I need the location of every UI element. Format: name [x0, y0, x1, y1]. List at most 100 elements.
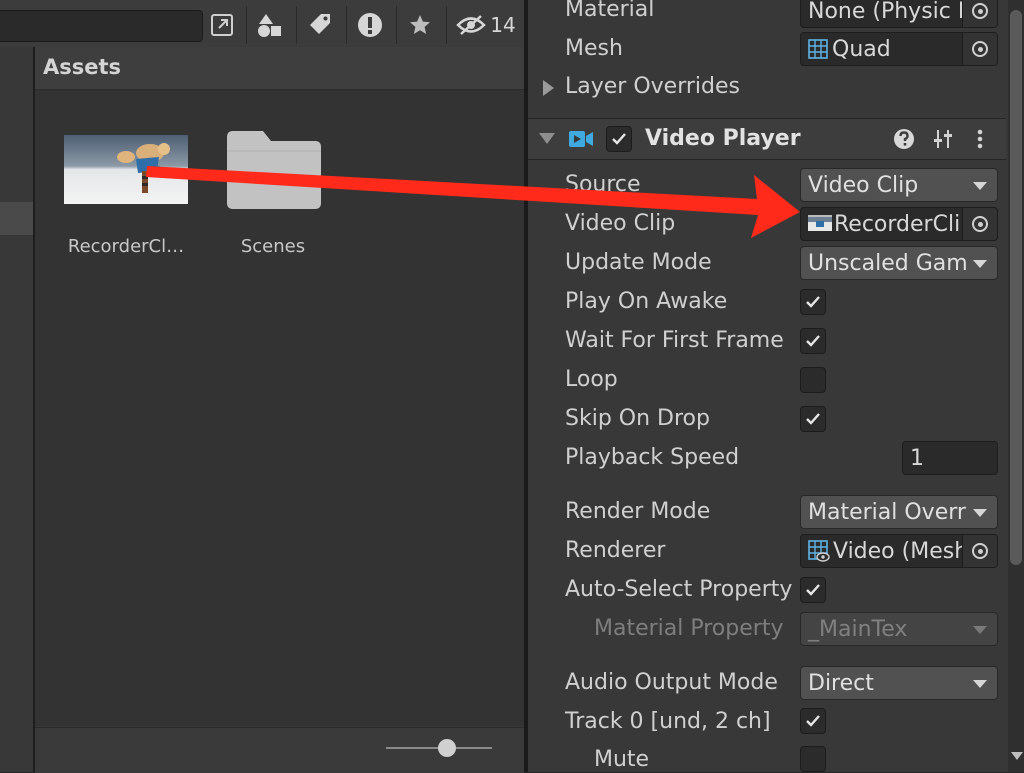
- checkmark-icon: [612, 133, 626, 145]
- hidden-packages-toggle[interactable]: 14: [446, 6, 525, 44]
- project-toolbar: 14: [0, 0, 524, 48]
- mute-checkbox[interactable]: [800, 746, 826, 772]
- loop-label: Loop: [565, 367, 618, 392]
- project-footer: [35, 727, 524, 773]
- collapse-arrow-icon[interactable]: [539, 133, 555, 144]
- recorder-clip-thumbnail[interactable]: [64, 135, 188, 204]
- warning-icon: [358, 13, 382, 37]
- render-mode-value: Material Override: [808, 499, 968, 525]
- asset-label-recorder-clip[interactable]: RecorderCl…: [56, 236, 196, 257]
- scenes-folder[interactable]: [227, 131, 321, 213]
- dropdown-caret-icon: [973, 680, 987, 688]
- asset-label-scenes[interactable]: Scenes: [203, 236, 343, 257]
- playback-speed-label: Playback Speed: [565, 445, 740, 470]
- object-picker-icon: [972, 216, 988, 232]
- component-title: Video Player: [645, 126, 801, 151]
- favorites-button[interactable]: [396, 6, 443, 44]
- shapes-icon: [258, 14, 281, 37]
- renderer-picker-button[interactable]: [962, 535, 997, 567]
- eye-slash-icon: [456, 15, 487, 35]
- video-clip-label: Video Clip: [565, 211, 676, 236]
- search-input[interactable]: [0, 10, 203, 42]
- mesh-picker-button[interactable]: [962, 33, 997, 65]
- object-picker-icon: [972, 543, 988, 559]
- update-mode-value: Unscaled Game: [808, 250, 968, 276]
- video-clip-thumbnail-image: [64, 135, 188, 204]
- checkmark-icon: [806, 413, 820, 425]
- star-icon: [410, 15, 430, 34]
- audio-output-dropdown[interactable]: Direct: [800, 666, 998, 700]
- mesh-field[interactable]: Quad: [800, 32, 998, 66]
- hidden-count: 14: [490, 13, 516, 37]
- mesh-label: Mesh: [565, 36, 623, 61]
- material-property-dropdown: _MainTex: [800, 612, 998, 646]
- renderer-value: Video (Mesh: [833, 538, 969, 564]
- zoom-slider-thumb[interactable]: [438, 739, 456, 757]
- assets-title[interactable]: Assets: [43, 55, 121, 79]
- material-property-value: _MainTex: [808, 616, 908, 642]
- dropdown-caret-icon: [973, 626, 987, 634]
- dropdown-caret-icon: [973, 509, 987, 517]
- audio-output-value: Direct: [808, 670, 874, 696]
- video-clip-icon: [808, 215, 832, 231]
- wait-first-frame-checkbox[interactable]: [800, 328, 826, 354]
- help-icon[interactable]: [893, 128, 915, 150]
- checkmark-icon: [806, 584, 820, 596]
- source-label: Source: [565, 172, 641, 197]
- material-value: None (Physic M: [808, 0, 977, 24]
- filter-by-type-button[interactable]: [246, 6, 293, 44]
- assets-breadcrumb: Assets: [35, 47, 524, 90]
- checkmark-icon: [806, 715, 820, 727]
- skip-on-drop-checkbox[interactable]: [800, 406, 826, 432]
- log-types-button[interactable]: [346, 6, 393, 44]
- play-on-awake-label: Play On Awake: [565, 289, 728, 314]
- expand-arrow-icon[interactable]: [543, 80, 554, 96]
- more-menu-icon[interactable]: [975, 128, 985, 150]
- update-mode-dropdown[interactable]: Unscaled Game: [800, 246, 998, 280]
- playback-speed-value: 1: [910, 445, 924, 471]
- auto-select-label: Auto-Select Property: [565, 577, 793, 602]
- filter-by-label-button[interactable]: [296, 6, 343, 44]
- render-mode-dropdown[interactable]: Material Override: [800, 495, 998, 529]
- audio-output-label: Audio Output Mode: [565, 670, 778, 695]
- object-picker-icon: [972, 3, 988, 19]
- play-on-awake-checkbox[interactable]: [800, 289, 826, 315]
- material-property-label: Material Property: [594, 616, 784, 641]
- source-value: Video Clip: [808, 172, 919, 198]
- video-clip-field[interactable]: RecorderClip: [800, 207, 998, 241]
- scroll-down-arrow-icon[interactable]: [1011, 752, 1023, 760]
- video-clip-picker-button[interactable]: [962, 208, 997, 240]
- playback-speed-input[interactable]: 1: [902, 441, 998, 475]
- material-label: Material: [565, 0, 655, 22]
- loop-checkbox[interactable]: [800, 367, 826, 393]
- layer-overrides-foldout[interactable]: Layer Overrides: [565, 74, 740, 99]
- folder-icon: [227, 131, 321, 209]
- video-player-icon: [569, 131, 593, 147]
- wait-first-frame-label: Wait For First Frame: [565, 328, 784, 353]
- mesh-value: Quad: [832, 36, 891, 62]
- tag-icon: [310, 14, 330, 34]
- source-dropdown[interactable]: Video Clip: [800, 168, 998, 202]
- track0-label: Track 0 [und, 2 ch]: [565, 709, 771, 734]
- auto-select-checkbox[interactable]: [800, 577, 826, 603]
- mute-label: Mute: [594, 747, 650, 772]
- checkmark-icon: [806, 296, 820, 308]
- scrollbar-thumb[interactable]: [1010, 10, 1022, 565]
- track0-checkbox[interactable]: [800, 708, 826, 734]
- external-window-icon: [211, 14, 233, 36]
- update-mode-label: Update Mode: [565, 250, 712, 275]
- material-field[interactable]: None (Physic M: [800, 0, 998, 28]
- mesh-grid-icon: [808, 39, 828, 59]
- folder-tree[interactable]: [0, 47, 33, 772]
- video-clip-value: RecorderClip: [834, 211, 975, 237]
- render-mode-label: Render Mode: [565, 499, 711, 524]
- material-picker-button[interactable]: [962, 0, 997, 27]
- component-enabled-checkbox[interactable]: [606, 126, 632, 152]
- object-picker-icon: [972, 41, 988, 57]
- dropdown-caret-icon: [973, 260, 987, 268]
- renderer-field[interactable]: Video (Mesh: [800, 534, 998, 568]
- open-in-window-button[interactable]: [202, 6, 242, 44]
- renderer-label: Renderer: [565, 538, 666, 563]
- preset-sliders-icon[interactable]: [932, 128, 954, 150]
- tree-selected-row[interactable]: [0, 202, 33, 235]
